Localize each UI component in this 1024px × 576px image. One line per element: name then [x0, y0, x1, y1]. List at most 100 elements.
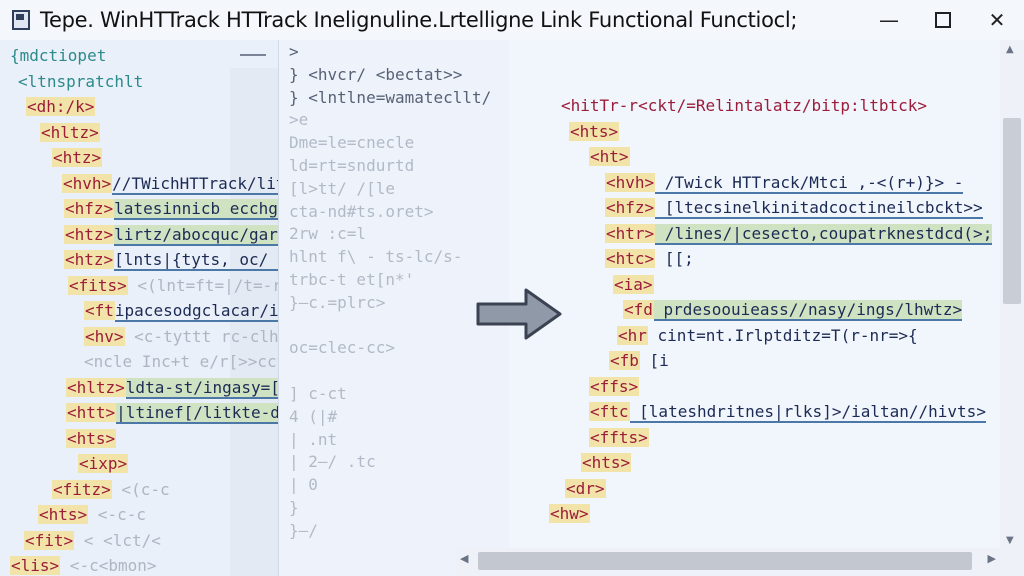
middle-code-line[interactable]: trbc-t et[n*' [289, 270, 414, 290]
left-scroll-track[interactable] [230, 68, 278, 576]
window-title: Tepe. WinHTTrack HTTrack Inelignuline.Lr… [40, 8, 798, 32]
right-code-line[interactable]: <hw> [549, 504, 590, 524]
code-tag: <fits> [68, 275, 128, 295]
left-code-line[interactable]: <ncle Inc+t e/r[>>cctt>>bw>oo-pextwoicem… [84, 352, 278, 372]
left-code-pane[interactable]: {mdctiopet <ltnspratchlt <dh:/k> <hltz> <htz… [0, 40, 279, 576]
left-code-line[interactable]: <ixp> [78, 454, 129, 474]
horizontal-scrollbar[interactable]: ◀ ▶ [456, 548, 1000, 576]
middle-code-line[interactable]: oc=clec-cc> [289, 338, 395, 358]
middle-code-line[interactable]: | 0 [289, 475, 318, 495]
code-tag: <hts> [581, 453, 632, 472]
code-tag: <fb [609, 351, 640, 370]
code-tag: <hltz> [40, 122, 100, 142]
middle-code-line[interactable]: | 2–/ .tc [289, 452, 376, 472]
right-code-line[interactable]: <hvh> /Twick HTTrack/Mtci ,-<(r+)}> - [605, 172, 964, 194]
left-code-line[interactable]: <htz>lirtz/abocquc/gargaps-erp/dlaly>{ [64, 224, 278, 246]
right-scrollbar[interactable]: ▲ ▼ [1000, 40, 1024, 576]
middle-code-line[interactable]: 2rw :c=l [289, 224, 366, 244]
code-link-text: //TWichHTTrack/litrs>|] [112, 173, 278, 195]
maximize-button[interactable] [916, 0, 970, 40]
code-tag: <ia> [613, 274, 654, 294]
right-code-line[interactable]: <dr> [565, 478, 606, 499]
middle-code-line[interactable]: }–/ [289, 521, 318, 541]
middle-code-line[interactable]: } <hvcr/ <bectat>> [289, 65, 462, 85]
scrollbar-thumb[interactable] [1003, 118, 1021, 304]
left-code-line[interactable]: <hltz> [40, 122, 100, 143]
left-code-line[interactable]: <hltz>ldta-st/ingasy=[(r-[, ,) > [66, 377, 278, 399]
right-code-line[interactable]: <hr cint=nt.Irlptditz=T(r-nr=>{ [617, 325, 918, 346]
middle-code-line[interactable]: } [289, 498, 299, 518]
transform-arrow-icon [476, 288, 562, 340]
code-faint-text: <(lnt=ft=|/t=-realtatsa= redlatcekctions [137, 275, 278, 295]
code-tag: <lis> [10, 556, 61, 575]
code-tag: <hv> [84, 326, 125, 346]
left-code-line[interactable]: <htz>[lnts|{tyts, oc/ ttcer Prrc=trass> … [64, 250, 278, 271]
left-code-line[interactable]: <dh:/k> [26, 97, 96, 117]
code-tag: <htz> [52, 148, 103, 167]
code-tag: <fitz> [52, 479, 112, 499]
right-code-line[interactable]: <ffs> [589, 376, 640, 397]
middle-code-line[interactable]: ld=rt=sndurtd [289, 156, 414, 176]
left-code-line[interactable]: <ftipacesodgclacar/iwts>/lhvts/ltate> [84, 301, 278, 322]
right-code-line[interactable]: <htc> [[; [605, 249, 694, 269]
left-code-line[interactable]: <lis> <-c<bmon> [10, 556, 157, 576]
right-code-line[interactable]: <hts> [569, 121, 620, 142]
scroll-up-icon[interactable]: ▲ [1006, 44, 1014, 55]
code-faint-text: [[; [655, 249, 694, 268]
scroll-right-icon[interactable]: ▶ [988, 552, 996, 565]
middle-code-line[interactable]: Dme=le=cnecle [289, 133, 414, 153]
left-code-line[interactable]: <fit> < <lct/< [24, 530, 161, 551]
code-link-text: prdesoouieass//nasy/ings/lhwtz> [653, 300, 963, 321]
code-tag: <hvh> [605, 172, 656, 192]
middle-code-line[interactable]: ] c-ct [289, 384, 347, 404]
close-button[interactable]: ✕ [970, 0, 1024, 40]
right-code-pane[interactable]: <hitTr-r<ckt/=Relintalatz/bitp:ltbtck> <h… [509, 40, 1024, 576]
left-code-line[interactable]: <hts> [66, 428, 117, 449]
code-tag: <hltz> [66, 377, 126, 397]
code-tag: <hvh> [62, 173, 113, 193]
right-code-line[interactable]: <ia> [613, 274, 654, 295]
left-code-line[interactable]: <hv> <c-tyttt rc-clhr>=[<{] [84, 326, 278, 347]
code-link-text: [lateshdritnes|rlks]>/ialtan//hivts> [629, 402, 986, 423]
horizontal-scrollbar-thumb[interactable] [478, 552, 972, 570]
left-code-line[interactable]: <fitz> <(c-c [52, 479, 170, 500]
middle-code-line[interactable]: hlnt f\ - ts-lc/s- [289, 247, 462, 267]
middle-code-line[interactable]: }–c.=plrc> [289, 293, 385, 313]
right-code-line[interactable]: <ffts> [589, 427, 649, 448]
scroll-down-icon[interactable]: ▼ [1006, 535, 1014, 546]
right-code-line[interactable]: <hitTr-r<ckt/=Relintalatz/bitp:ltbtck> [561, 96, 927, 116]
scroll-left-icon[interactable]: ◀ [460, 552, 468, 565]
middle-code-line[interactable]: > [289, 42, 299, 62]
right-code-line[interactable]: <htr> /lines/|cesecto,coupatrknestdcd(>; [605, 223, 993, 245]
middle-code-line[interactable]: } <lntlne=wamatecllt/ [289, 88, 491, 108]
right-code-line[interactable]: <fd prdesoouieass//nasy/ings/lhwtz> [623, 300, 963, 321]
right-code-line[interactable]: <hfz> [ltecsinelkinitadcoctineilcbckt>> [605, 198, 983, 219]
right-code-line[interactable]: <ftc [lateshdritnes|rlks]>/ialtan//hivts… [589, 402, 986, 423]
left-code-line[interactable]: <hfz>latesinnicb ecchgjnajupcinqcalukt>>… [64, 199, 278, 220]
middle-code-line[interactable]: | .nt [289, 430, 337, 450]
middle-code-line[interactable]: >e [289, 110, 308, 130]
code-faint-text: cint=nt.Irlptditz=T(r-nr=>{ [647, 325, 918, 345]
left-code-line[interactable]: <hvh>//TWichHTTrack/litrs>|] [62, 173, 278, 195]
code-link-text: ipacesodgclacar/iwts>/lhvts/ltate> [114, 301, 278, 322]
minimize-button[interactable]: — [862, 0, 916, 40]
code-tag: <fd [623, 300, 654, 319]
left-code-line[interactable]: <ltnspratchlt [18, 72, 143, 92]
right-code-line[interactable]: <fb [i [609, 351, 669, 371]
right-code-line[interactable]: <ht> [589, 147, 630, 167]
code-faint-text: <-c<bmon> [60, 556, 157, 575]
code-tag: <hw> [549, 504, 590, 523]
middle-code-line[interactable]: cta-nd#ts.oret> [289, 202, 434, 222]
left-code-line[interactable]: <htt>|ltinef[/litkte-draitasicdty/ePrho-… [66, 403, 278, 424]
left-code-line[interactable]: <htz> [52, 148, 103, 168]
code-link-text: latesinnicb ecchgjnajupcinqcalukt>>{ [114, 199, 278, 220]
left-code-line[interactable]: <hts> <-c-c [38, 505, 146, 525]
right-code-line[interactable]: <hts> [581, 453, 632, 473]
middle-code-line[interactable]: [l>tt/ /[le [289, 179, 395, 199]
left-code-line[interactable]: {mdctiopet [10, 46, 106, 66]
code-tag: <hitTr-r<ckt/=Relintalatz/bitp:ltbtck> [561, 96, 928, 115]
code-tag: <ht> [589, 147, 630, 166]
left-code-line[interactable]: <fits> <(lnt=ft=|/t=-realtatsa= redlatce… [68, 275, 278, 296]
code-faint-text: [i [639, 351, 669, 370]
middle-code-line[interactable]: 4 (|# [289, 407, 337, 427]
